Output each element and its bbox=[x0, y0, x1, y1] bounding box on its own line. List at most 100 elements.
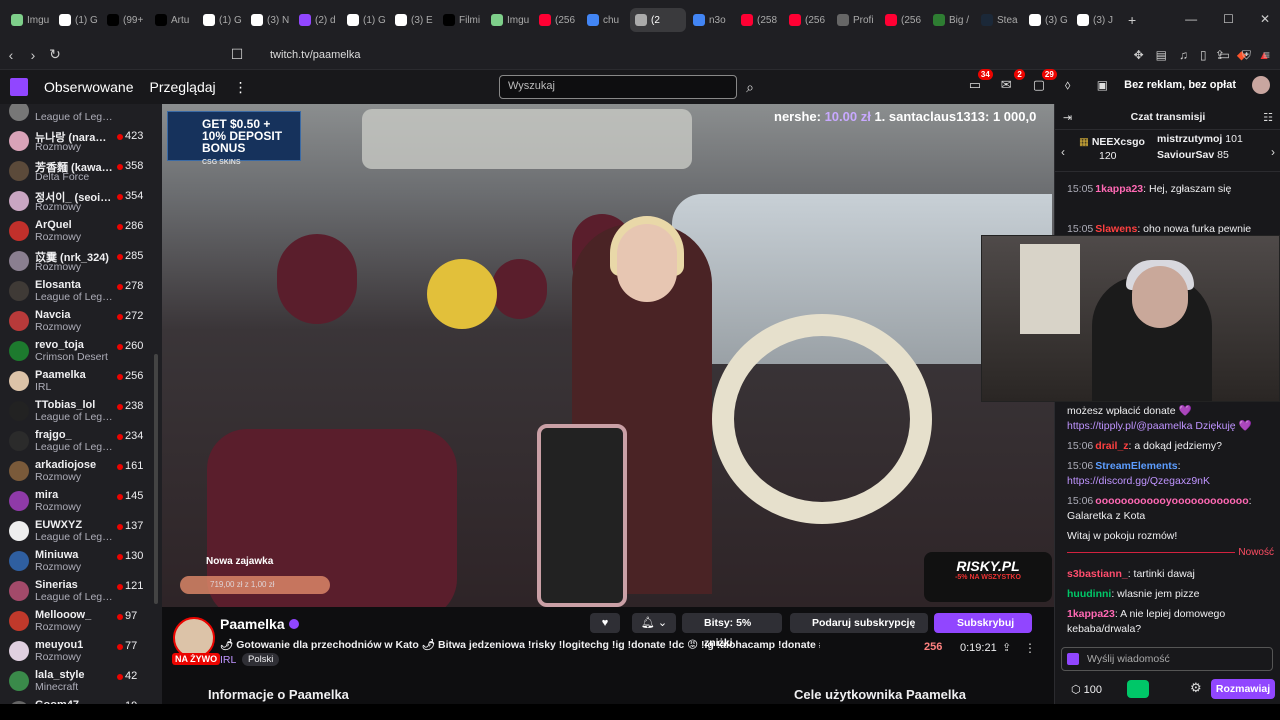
chat-settings-icon[interactable]: ⚙ bbox=[1190, 680, 1202, 696]
forward-icon[interactable]: › bbox=[22, 47, 44, 63]
leaderboard-prev-icon[interactable]: ‹ bbox=[1061, 145, 1065, 159]
browser-tab[interactable]: Imgu bbox=[6, 8, 52, 32]
sidebar-channel[interactable]: mira Rozmowy 145 bbox=[0, 486, 162, 516]
minimize-icon[interactable]: — bbox=[1185, 12, 1197, 26]
nav-browse[interactable]: Przeglądaj bbox=[150, 79, 216, 95]
browser-tab[interactable]: Stea bbox=[976, 8, 1022, 32]
bonus-chest-icon[interactable] bbox=[1127, 680, 1149, 698]
menu-icon[interactable]: ≡ bbox=[1263, 48, 1270, 63]
sidebar-channel[interactable]: 뉴나랑 (narang_...Rozmowy423 bbox=[0, 126, 162, 156]
new-tab-icon[interactable]: + bbox=[1128, 12, 1136, 28]
user-avatar[interactable] bbox=[1252, 76, 1270, 94]
download-icon[interactable]: ▤ bbox=[1156, 48, 1167, 63]
browser-tab[interactable]: Big / bbox=[928, 8, 974, 32]
browser-tab[interactable]: (3) E bbox=[390, 8, 436, 32]
browser-tab[interactable]: (258 bbox=[736, 8, 782, 32]
maximize-icon[interactable]: ☐ bbox=[1223, 12, 1234, 26]
puzzle-icon[interactable]: ✥ bbox=[1134, 48, 1144, 63]
sidebar-channel[interactable]: Paamelka IRL 256 bbox=[0, 366, 162, 396]
back-icon[interactable]: ‹ bbox=[0, 47, 22, 63]
category-link[interactable]: IRL bbox=[220, 654, 236, 666]
sidebar-channel[interactable]: Miniuwa Rozmowy 130 bbox=[0, 546, 162, 576]
sidebar-channel[interactable]: arkadiojose Rozmowy 161 bbox=[0, 456, 162, 486]
browser-tab[interactable]: Profi bbox=[832, 8, 878, 32]
music-icon[interactable]: ♫ bbox=[1179, 48, 1188, 63]
sidebar-channel[interactable]: lala_style Minecraft 42 bbox=[0, 666, 162, 696]
whispers-icon[interactable]: ▢ 29 bbox=[1033, 69, 1057, 93]
bits-button[interactable]: Bitsy: 5% zniżki bbox=[682, 613, 782, 649]
video-player[interactable]: GET $0.50 + 10% DEPOSIT BONUS CSG SKINS … bbox=[162, 104, 1054, 607]
message-user[interactable]: s3bastiann_ bbox=[1067, 568, 1128, 580]
browser-tab[interactable]: (1) G bbox=[342, 8, 388, 32]
bookmark-icon[interactable]: ☐ bbox=[226, 46, 248, 63]
notifications-button[interactable]: 🔔︎ ⌄ bbox=[632, 613, 676, 633]
browser-tab[interactable]: (3) G bbox=[1024, 8, 1070, 32]
follow-heart-button[interactable]: ♥ bbox=[590, 613, 620, 633]
gift-sub-button[interactable]: Podaruj subskrypcję bbox=[790, 613, 928, 633]
browser-tab[interactable]: Filmi bbox=[438, 8, 484, 32]
sidebar-channel[interactable]: 芳香麵 (kawa1s...Delta Force358 bbox=[0, 156, 162, 186]
channel-points[interactable]: ⬡ 100 bbox=[1071, 683, 1102, 696]
browser-tab[interactable]: (1) G bbox=[54, 8, 100, 32]
language-tag[interactable]: Polski bbox=[242, 653, 280, 666]
sidebar-toggle-icon[interactable]: ▯ bbox=[1200, 48, 1207, 63]
message-user[interactable]: huudinni bbox=[1067, 588, 1111, 600]
browser-tab[interactable]: (3) N bbox=[246, 8, 292, 32]
sidebar-scrollbar[interactable] bbox=[154, 354, 158, 604]
inbox-icon[interactable]: ▭ 34 bbox=[969, 69, 993, 93]
twitch-logo-icon[interactable] bbox=[10, 78, 28, 96]
prime-icon[interactable]: ⬨ bbox=[1065, 77, 1081, 93]
sidebar-channel[interactable]: Navcia Rozmowy 272 bbox=[0, 306, 162, 336]
chat-input[interactable]: Wyślij wiadomość bbox=[1061, 647, 1273, 671]
sidebar-channel[interactable]: ArQuel Rozmowy 286 bbox=[0, 216, 162, 246]
share-icon[interactable]: ⇪ bbox=[1002, 641, 1011, 654]
message-user[interactable]: drail_z bbox=[1095, 440, 1128, 452]
close-window-icon[interactable]: ✕ bbox=[1260, 12, 1270, 26]
chat-send-button[interactable]: Rozmawiaj bbox=[1211, 679, 1275, 699]
sidebar-channel[interactable]: League of Lege... bbox=[0, 104, 162, 126]
browser-tab[interactable]: chu bbox=[582, 8, 628, 32]
browser-tab[interactable]: (256 bbox=[880, 8, 926, 32]
community-icon[interactable]: ☷ bbox=[1263, 111, 1273, 124]
sidebar-channel[interactable]: frajgo_ League of Lege... 234 bbox=[0, 426, 162, 456]
vpn-icon[interactable]: ⛨ bbox=[1242, 48, 1251, 63]
message-user[interactable]: Slawens bbox=[1095, 223, 1137, 235]
url-field[interactable]: twitch.tv/paamelka bbox=[270, 49, 360, 61]
browser-tab[interactable]: (2) d bbox=[294, 8, 340, 32]
more-menu-icon[interactable]: ⋮ bbox=[234, 79, 248, 96]
sidebar-channel[interactable]: revo_toja Crimson Desert 260 bbox=[0, 336, 162, 366]
drops-icon[interactable]: ✉ 2 bbox=[1001, 69, 1025, 93]
message-user[interactable]: StreamElements bbox=[1095, 460, 1177, 472]
leaderboard-next-icon[interactable]: › bbox=[1271, 145, 1275, 159]
ad-free-icon[interactable]: ▣ bbox=[1097, 78, 1108, 92]
browser-tab[interactable]: (2 bbox=[630, 8, 686, 32]
message-user[interactable]: 1kappa23 bbox=[1095, 183, 1143, 195]
channel-name-text[interactable]: Paamelka bbox=[220, 616, 285, 632]
subscribe-button[interactable]: Subskrybuj bbox=[934, 613, 1032, 633]
channel-name[interactable]: Paamelka bbox=[220, 616, 299, 632]
reload-icon[interactable]: ↻ bbox=[44, 46, 66, 63]
browser-tab[interactable]: (256 bbox=[784, 8, 830, 32]
more-options-icon[interactable]: ⋮ bbox=[1024, 641, 1036, 655]
browser-tab[interactable]: (99+ bbox=[102, 8, 148, 32]
nav-following[interactable]: Obserwowane bbox=[44, 79, 134, 95]
sidebar-channel[interactable]: TTobias_lol League of Lege... 238 bbox=[0, 396, 162, 426]
browser-tab[interactable]: (256 bbox=[534, 8, 580, 32]
message-user[interactable]: oooooooooooyoooooooooooo bbox=[1095, 495, 1248, 507]
ad-free-button[interactable]: Bez reklam, bez opłat bbox=[1124, 79, 1236, 91]
search-icon[interactable]: ⌕ bbox=[740, 75, 760, 99]
sidebar-channel[interactable]: Mellooow_ Rozmowy 97 bbox=[0, 606, 162, 636]
browser-tab[interactable]: (1) G bbox=[198, 8, 244, 32]
browser-tab[interactable]: (3) J bbox=[1072, 8, 1118, 32]
sidebar-channel[interactable]: Sinerias League of Lege... 121 bbox=[0, 576, 162, 606]
message-user[interactable]: 1kappa23 bbox=[1067, 608, 1115, 620]
sidebar-channel[interactable]: 苡霙 (nrk_324) Rozmowy 285 bbox=[0, 246, 162, 276]
sidebar-channel[interactable]: EUWXYZ League of Lege... 137 bbox=[0, 516, 162, 546]
sidebar-channel[interactable]: 정서이_ (seoi10... Rozmowy 354 bbox=[0, 186, 162, 216]
wallet-icon[interactable]: ▭ bbox=[1219, 48, 1230, 63]
browser-tab[interactable]: Artu bbox=[150, 8, 196, 32]
sidebar-channel[interactable]: Elosanta League of Lege... 278 bbox=[0, 276, 162, 306]
browser-tab[interactable]: n3o bbox=[688, 8, 734, 32]
sidebar-channel[interactable]: meuyou1 Rozmowy 77 bbox=[0, 636, 162, 666]
browser-tab[interactable]: Imgu bbox=[486, 8, 532, 32]
